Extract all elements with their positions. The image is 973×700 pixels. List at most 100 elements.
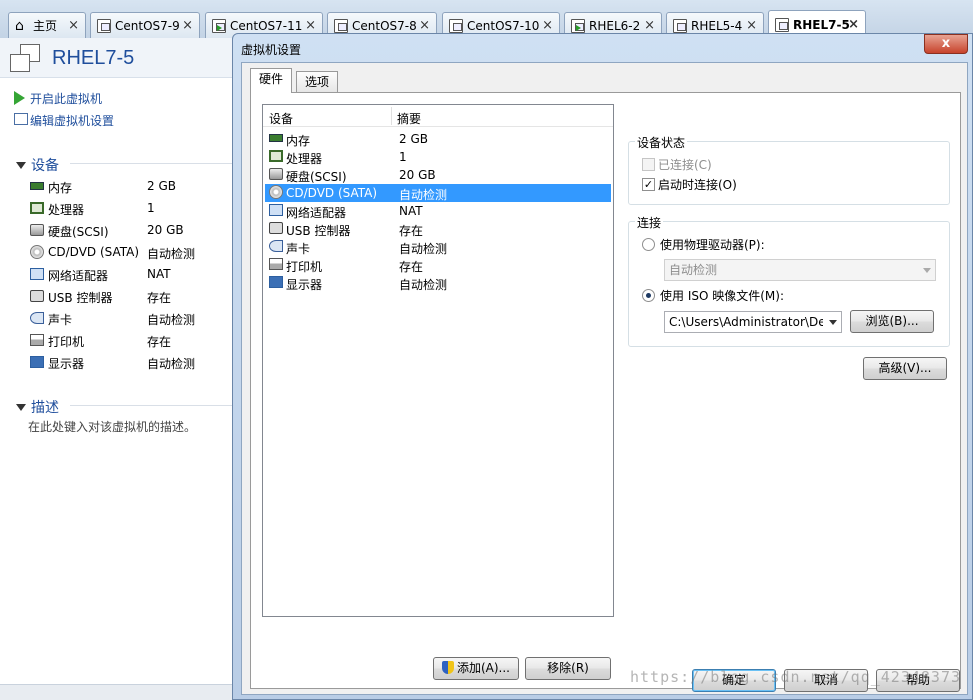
close-icon[interactable]: × bbox=[305, 18, 316, 33]
device-name: 声卡 bbox=[286, 242, 311, 256]
tab-label: RHEL6-2 bbox=[589, 18, 641, 33]
iso-path-combo[interactable]: C:\Users\Administrator\Desk bbox=[664, 311, 842, 333]
device-name: 处理器 bbox=[48, 203, 85, 217]
memory-icon bbox=[269, 134, 283, 142]
summary-device-row[interactable]: 声卡 自动检测 bbox=[28, 309, 228, 327]
watermark-text: https://blog.csdn.net/qq_42348373 bbox=[630, 668, 962, 686]
iso-image-radio[interactable]: 使用 ISO 映像文件(M): bbox=[642, 287, 784, 304]
device-name: 硬盘(SCSI) bbox=[48, 225, 109, 239]
memory-icon bbox=[30, 182, 44, 190]
device-name: 处理器 bbox=[286, 152, 323, 166]
tab-centos7-9[interactable]: CentOS7-9 × bbox=[90, 12, 200, 38]
summary-device-row[interactable]: USB 控制器 存在 bbox=[28, 287, 228, 305]
close-icon[interactable]: × bbox=[644, 18, 655, 33]
network-adapter-icon bbox=[30, 268, 44, 280]
vm-running-icon bbox=[571, 18, 585, 33]
close-icon[interactable]: × bbox=[419, 18, 430, 33]
display-icon bbox=[30, 356, 44, 368]
collapse-triangle-icon bbox=[16, 403, 26, 411]
description-section-title: 描述 bbox=[31, 400, 59, 416]
status-bar bbox=[0, 684, 232, 700]
device-row[interactable]: 显示器 自动检测 bbox=[265, 274, 611, 292]
physical-drive-radio[interactable]: 使用物理驱动器(P): bbox=[642, 236, 765, 253]
tab-options[interactable]: 选项 bbox=[296, 71, 339, 92]
close-icon[interactable]: × bbox=[68, 18, 79, 33]
vm-large-icon bbox=[10, 44, 42, 74]
home-icon: ⌂ bbox=[15, 17, 24, 34]
checkbox-box bbox=[642, 158, 655, 171]
close-icon[interactable]: × bbox=[182, 18, 193, 33]
device-row[interactable]: 硬盘(SCSI) 20 GB bbox=[265, 166, 611, 184]
remove-device-button[interactable]: 移除(R) bbox=[525, 657, 611, 680]
close-icon[interactable]: × bbox=[746, 18, 757, 33]
dialog-title: 虚拟机设置 bbox=[241, 43, 302, 57]
edit-settings-link[interactable]: 编辑虚拟机设置 bbox=[14, 112, 114, 129]
column-header-device[interactable]: 设备 bbox=[269, 110, 293, 127]
devices-section-header[interactable]: 设备 bbox=[16, 155, 59, 175]
add-device-label: 添加(A)... bbox=[456, 661, 511, 675]
advanced-button[interactable]: 高级(V)... bbox=[863, 357, 947, 380]
description-section-header[interactable]: 描述 bbox=[16, 397, 59, 417]
device-summary: 存在 bbox=[399, 260, 424, 274]
summary-device-row[interactable]: 显示器 自动检测 bbox=[28, 353, 228, 371]
dialog-close-button[interactable]: x bbox=[924, 34, 968, 54]
summary-device-row[interactable]: 硬盘(SCSI) 20 GB bbox=[28, 221, 228, 239]
device-row[interactable]: 处理器 1 bbox=[265, 148, 611, 166]
device-row[interactable]: 打印机 存在 bbox=[265, 256, 611, 274]
device-name: CD/DVD (SATA) bbox=[48, 245, 140, 259]
device-name: CD/DVD (SATA) bbox=[286, 186, 378, 200]
device-row[interactable]: 内存 2 GB bbox=[265, 130, 611, 148]
device-list[interactable]: 设备 摘要 内存 2 GB 处理器 1 硬盘(SCSI) 20 GB CD/DV… bbox=[262, 104, 614, 617]
device-status-group: 设备状态 已连接(C) ✓ 启动时连接(O) bbox=[628, 134, 950, 205]
devices-section-title: 设备 bbox=[31, 158, 59, 174]
device-list-header: 设备 摘要 bbox=[263, 105, 613, 127]
chevron-down-icon[interactable] bbox=[829, 320, 837, 325]
processor-icon bbox=[30, 202, 44, 214]
connected-checkbox[interactable]: 已连接(C) bbox=[642, 156, 712, 173]
edit-settings-icon bbox=[14, 113, 28, 125]
printer-icon bbox=[30, 334, 44, 346]
device-name: 内存 bbox=[286, 134, 311, 148]
summary-device-row[interactable]: 处理器 1 bbox=[28, 199, 228, 217]
vm-running-icon bbox=[212, 18, 226, 33]
tab-label: RHEL5-4 bbox=[691, 18, 743, 33]
summary-device-row[interactable]: 内存 2 GB bbox=[28, 177, 228, 195]
summary-device-row[interactable]: 打印机 存在 bbox=[28, 331, 228, 349]
column-header-summary[interactable]: 摘要 bbox=[397, 110, 421, 127]
device-summary: 2 GB bbox=[399, 132, 428, 146]
network-adapter-icon bbox=[269, 204, 283, 216]
vm-settings-dialog: 虚拟机设置 x 硬件 选项 设备 摘要 内存 2 GB 处理器 1 硬盘(SCS… bbox=[232, 33, 973, 700]
usb-icon bbox=[269, 222, 283, 234]
device-name: 显示器 bbox=[286, 278, 323, 292]
physical-drive-select[interactable]: 自动检测 bbox=[664, 259, 936, 281]
device-row[interactable]: USB 控制器 存在 bbox=[265, 220, 611, 238]
device-row-selected[interactable]: CD/DVD (SATA) 自动检测 bbox=[265, 184, 611, 202]
close-icon[interactable]: × bbox=[542, 18, 553, 33]
device-status-title: 设备状态 bbox=[635, 134, 688, 151]
power-on-link[interactable]: 开启此虚拟机 bbox=[14, 90, 102, 107]
description-hint[interactable]: 在此处键入对该虚拟机的描述。 bbox=[28, 418, 196, 435]
connect-at-power-on-checkbox[interactable]: ✓ 启动时连接(O) bbox=[642, 176, 737, 193]
close-icon[interactable]: × bbox=[848, 17, 859, 32]
hard-disk-icon bbox=[269, 168, 283, 180]
device-name: 硬盘(SCSI) bbox=[286, 170, 347, 184]
tab-hardware[interactable]: 硬件 bbox=[250, 68, 293, 93]
tab-home[interactable]: ⌂ 主页 × bbox=[8, 12, 86, 38]
summary-device-row[interactable]: CD/DVD (SATA) 自动检测 bbox=[28, 243, 228, 261]
add-device-button[interactable]: 添加(A)... bbox=[433, 657, 519, 680]
divider bbox=[70, 163, 232, 164]
device-row[interactable]: 网络适配器 NAT bbox=[265, 202, 611, 220]
iso-image-label: 使用 ISO 映像文件(M): bbox=[660, 289, 784, 303]
device-name: 显示器 bbox=[48, 357, 85, 371]
summary-device-row[interactable]: 网络适配器 NAT bbox=[28, 265, 228, 283]
device-summary: 1 bbox=[399, 150, 407, 164]
device-summary: 自动检测 bbox=[399, 278, 448, 292]
tab-label: CentOS7-9 bbox=[115, 18, 180, 33]
browse-button[interactable]: 浏览(B)... bbox=[850, 310, 934, 333]
connected-label: 已连接(C) bbox=[658, 158, 712, 172]
device-name: 网络适配器 bbox=[286, 206, 347, 220]
vm-icon bbox=[673, 18, 687, 33]
checkmark-icon: ✓ bbox=[642, 178, 655, 191]
device-row[interactable]: 声卡 自动检测 bbox=[265, 238, 611, 256]
vm-icon bbox=[449, 18, 463, 33]
